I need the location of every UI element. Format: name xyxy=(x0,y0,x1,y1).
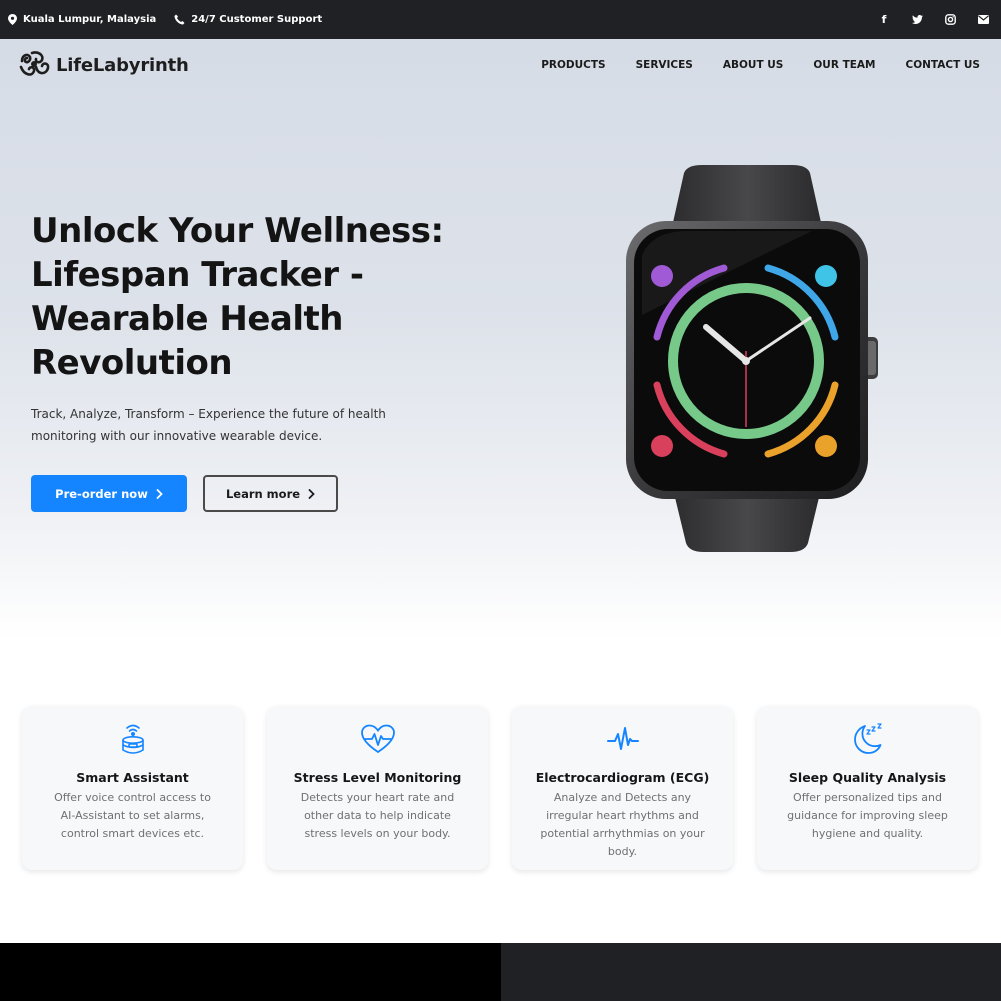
features-row: Smart Assistant Offer voice control acce… xyxy=(22,706,979,870)
feature-card-smart-assistant: Smart Assistant Offer voice control acce… xyxy=(22,706,243,870)
brand-logo-icon xyxy=(19,51,50,76)
location-text: Kuala Lumpur, Malaysia xyxy=(23,14,157,25)
hero-subtitle-line: monitoring with our innovative wearable … xyxy=(31,429,323,443)
feature-title: Sleep Quality Analysis xyxy=(788,770,947,785)
brand-logo[interactable]: LifeLabyrinth xyxy=(18,51,189,79)
feature-title: Stress Level Monitoring xyxy=(293,770,462,785)
nav-link-services[interactable]: SERVICES xyxy=(636,59,693,71)
facebook-icon[interactable]: f xyxy=(878,13,890,26)
email-icon[interactable] xyxy=(977,14,989,26)
feature-description-line: other data to help indicate xyxy=(304,809,451,822)
feature-description-line: hygiene and quality. xyxy=(811,827,924,840)
location-pin-icon xyxy=(8,14,17,25)
feature-description: Detects your heart rate and other data t… xyxy=(285,789,470,843)
heart-pulse-icon xyxy=(360,724,395,754)
hero-section: LifeLabyrinth PRODUCTS SERVICES ABOUT US… xyxy=(0,39,1001,639)
nav-link-products[interactable]: PRODUCTS xyxy=(541,59,605,71)
feature-description-line: AI-Assistant to set alarms, xyxy=(60,809,205,822)
ecg-icon xyxy=(606,727,639,750)
instagram-icon[interactable] xyxy=(944,14,956,26)
pre-order-label: Pre-order now xyxy=(55,486,148,501)
feature-description-line: Detects your heart rate and xyxy=(300,791,455,804)
pre-order-button[interactable]: Pre-order now xyxy=(31,475,187,512)
brand-name: LifeLabyrinth xyxy=(56,54,189,76)
phone-icon xyxy=(174,14,185,25)
moon-sleep-icon xyxy=(853,723,882,754)
learn-more-button[interactable]: Learn more xyxy=(203,475,338,512)
hero-subtitle: Track, Analyze, Transform – Experience t… xyxy=(31,403,431,447)
hero-title-line: Wearable Health xyxy=(31,299,343,339)
support-info: 24/7 Customer Support xyxy=(174,14,322,25)
assistant-icon xyxy=(121,724,144,754)
chevron-right-icon xyxy=(156,488,163,499)
learn-more-label: Learn more xyxy=(225,486,301,501)
feature-description-line: control smart devices etc. xyxy=(60,827,205,840)
feature-card-stress-monitoring: Stress Level Monitoring Detects your hea… xyxy=(267,706,488,870)
hero-title-line: Revolution xyxy=(31,343,233,383)
feature-description-line: irregular heart rhythms and xyxy=(546,809,699,822)
main-navbar: LifeLabyrinth PRODUCTS SERVICES ABOUT US… xyxy=(0,39,1001,95)
hero-title-line: Lifespan Tracker - xyxy=(31,255,364,295)
feature-description-line: body. xyxy=(607,845,638,858)
feature-description: Analyze and Detects any irregular heart … xyxy=(530,789,715,861)
feature-description-line: Offer voice control access to xyxy=(54,791,211,804)
hero-subtitle-line: Track, Analyze, Transform – Experience t… xyxy=(31,407,386,421)
hero-title: Unlock Your Wellness: Lifespan Tracker -… xyxy=(31,209,491,385)
feature-description-line: Offer personalized tips and xyxy=(793,791,942,804)
feature-description-line: Analyze and Detects any xyxy=(553,791,692,804)
nav-link-contact-us[interactable]: CONTACT US xyxy=(905,59,980,71)
feature-description: Offer personalized tips and guidance for… xyxy=(775,789,960,843)
smartwatch-image xyxy=(626,165,878,552)
feature-description-line: potential arrhythmias on your xyxy=(540,827,705,840)
nav-link-about-us[interactable]: ABOUT US xyxy=(723,59,784,71)
feature-title: Electrocardiogram (ECG) xyxy=(535,770,710,785)
feature-description-line: stress levels on your body. xyxy=(304,827,451,840)
footer-band-left xyxy=(0,943,501,1001)
chevron-right-icon xyxy=(308,488,315,499)
top-bar: Kuala Lumpur, Malaysia 24/7 Customer Sup… xyxy=(0,0,1001,39)
feature-description-line: guidance for improving sleep xyxy=(787,809,948,822)
hero-title-line: Unlock Your Wellness: xyxy=(31,211,444,251)
support-text: 24/7 Customer Support xyxy=(191,14,323,25)
feature-card-ecg: Electrocardiogram (ECG) Analyze and Dete… xyxy=(512,706,733,870)
nav-menu: PRODUCTS SERVICES ABOUT US OUR TEAM CONT… xyxy=(541,59,980,71)
nav-link-our-team[interactable]: OUR TEAM xyxy=(813,59,875,71)
feature-card-sleep-analysis: Sleep Quality Analysis Offer personalize… xyxy=(757,706,978,870)
social-links: f xyxy=(878,13,993,26)
feature-title: Smart Assistant xyxy=(76,770,189,785)
location-info: Kuala Lumpur, Malaysia xyxy=(8,14,156,25)
feature-description: Offer voice control access to AI-Assista… xyxy=(40,789,225,843)
footer-band-right xyxy=(501,943,1001,1001)
twitter-icon[interactable] xyxy=(911,14,923,26)
